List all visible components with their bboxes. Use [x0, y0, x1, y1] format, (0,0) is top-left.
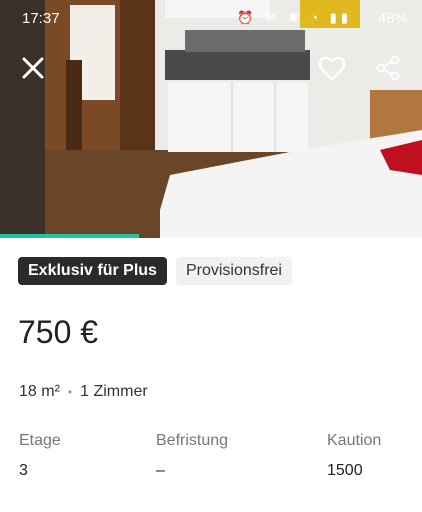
rooms-value: 1 Zimmer: [80, 383, 148, 400]
commission-free-badge: Provisionsfrei: [175, 257, 292, 285]
attribute-floor: Etage 3: [19, 432, 61, 480]
close-icon: [22, 57, 44, 79]
battery-level: 48%: [377, 10, 408, 27]
attribute-label: Kaution: [327, 432, 382, 449]
listing-specs: 18 m² • 1 Zimmer: [19, 383, 148, 401]
attribute-deposit: Kaution 1500: [327, 432, 381, 480]
attribute-value: 1500: [327, 462, 363, 479]
badge-row: Exklusiv für Plus Provisionsfrei: [18, 257, 292, 285]
area-value: 18 m²: [19, 383, 60, 400]
attribute-value: 3: [19, 462, 28, 479]
share-icon: [376, 55, 400, 81]
spec-separator: •: [67, 385, 73, 399]
share-button[interactable]: [372, 52, 404, 84]
heart-icon: [318, 56, 346, 81]
close-button[interactable]: [17, 52, 49, 84]
listing-price: 750 €: [18, 314, 99, 350]
favorite-button[interactable]: [316, 52, 348, 84]
attribute-value: –: [156, 462, 165, 479]
plus-exclusive-badge: Exklusiv für Plus: [18, 257, 167, 285]
status-bar: 17:37 ⏰ ✉ ✱ ◔ ▮▮ 48%: [0, 0, 422, 36]
status-icons: ⏰ ✉ ✱ ◔ ▮▮: [237, 10, 352, 25]
attribute-term: Befristung –: [156, 432, 228, 480]
status-time: 17:37: [22, 10, 60, 27]
gallery-progress-bar: [0, 234, 140, 238]
attribute-label: Befristung: [156, 432, 229, 449]
attribute-label: Etage: [19, 432, 61, 449]
